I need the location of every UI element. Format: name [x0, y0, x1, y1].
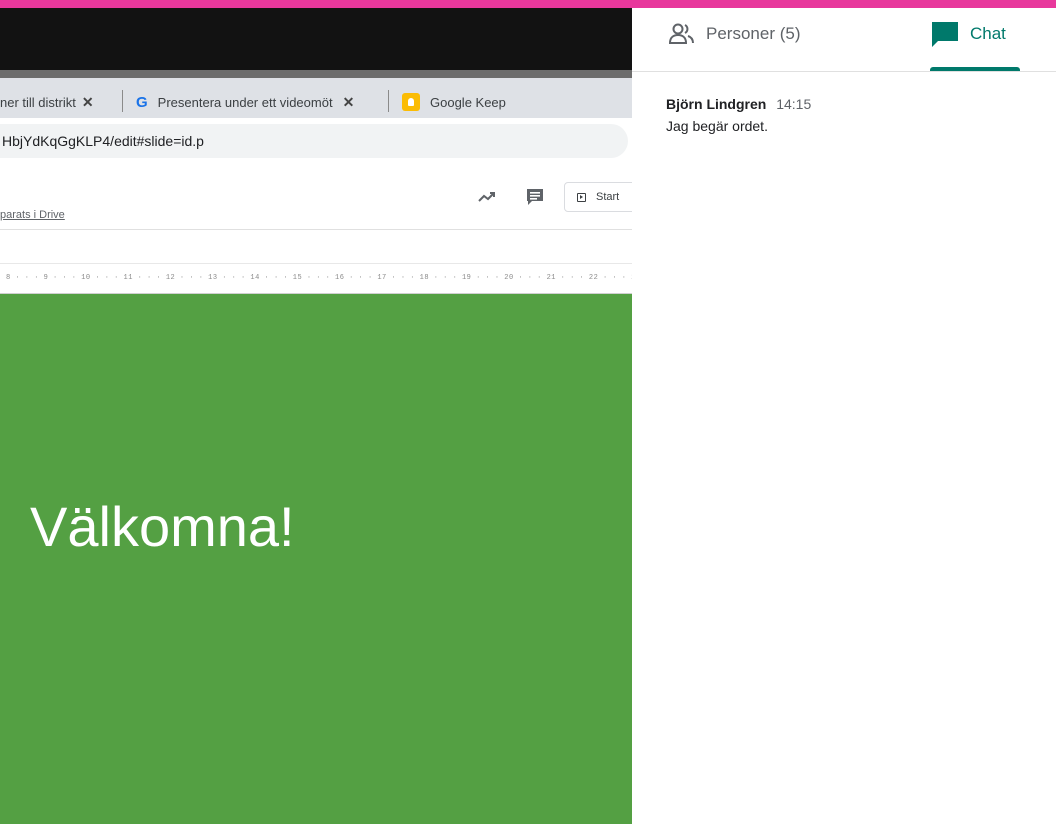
browser-tab-presentera[interactable]: G Presentera under ett videomöt ✕ — [136, 86, 354, 118]
close-icon[interactable]: ✕ — [82, 94, 94, 111]
slide-title: Välkomna! — [30, 495, 295, 558]
tab-people[interactable]: Personer (5) — [668, 22, 800, 46]
tab-divider — [388, 90, 389, 112]
shared-screen: ner till distrikt ✕ G Presentera under e… — [0, 8, 632, 824]
google-g-icon: G — [136, 93, 148, 111]
ruler: 8 · · · 9 · · · 10 · · · 11 · · · 12 · ·… — [0, 264, 632, 294]
browser-tab-label: Presentera under ett videomöt — [157, 94, 333, 110]
browser-tab-strip: ner till distrikt ✕ G Presentera under e… — [0, 70, 632, 118]
browser-tab-label: ner till distrikt — [0, 94, 76, 110]
google-keep-icon — [402, 93, 420, 111]
chat-message-text: Jag begär ordet. — [666, 118, 768, 134]
chat-message-header: Björn Lindgren 14:15 — [666, 96, 811, 112]
chat-message: Björn Lindgren 14:15 Jag begär ordet. — [666, 96, 811, 134]
start-button-label: Start — [596, 191, 620, 203]
activity-trend-icon[interactable] — [476, 186, 498, 208]
url-text: HbjYdKqGgKLP4/edit#slide=id.p — [2, 133, 204, 149]
tab-chat-label: Chat — [970, 24, 1006, 43]
slides-toolbar — [0, 230, 632, 264]
browser-tab-google-keep[interactable]: Google Keep — [402, 86, 506, 118]
chat-timestamp: 14:15 — [776, 96, 812, 112]
chat-sender-name: Björn Lindgren — [666, 96, 767, 112]
start-presentation-button[interactable]: Start — [564, 182, 632, 212]
people-icon — [668, 23, 694, 44]
tab-chat[interactable]: Chat — [930, 20, 1006, 48]
ruler-labels: 8 · · · 9 · · · 10 · · · 11 · · · 12 · ·… — [6, 274, 632, 282]
top-accent-bar — [0, 0, 1056, 8]
tab-people-label: Personer (5) — [706, 24, 801, 43]
url-field[interactable]: HbjYdKqGgKLP4/edit#slide=id.p — [0, 124, 628, 158]
shared-screen-top-area — [0, 8, 632, 70]
close-icon[interactable]: ✕ — [343, 94, 355, 111]
saved-to-drive-status[interactable]: parats i Drive — [0, 209, 65, 221]
browser-tab-label: Google Keep — [430, 94, 506, 110]
meeting-side-panel: Personer (5) Chat Björn Lindgren 14:15 J… — [632, 8, 1056, 824]
slides-app-header: parats i Drive Start — [0, 164, 632, 230]
present-icon — [577, 192, 586, 202]
active-tab-indicator — [930, 67, 1020, 71]
chat-icon — [932, 22, 958, 47]
slide-canvas: Välkomna! — [0, 294, 632, 824]
browser-address-bar: HbjYdKqGgKLP4/edit#slide=id.p — [0, 118, 632, 164]
browser-tab-distrikt[interactable]: ner till distrikt ✕ — [0, 86, 94, 118]
comment-icon[interactable] — [524, 186, 546, 208]
panel-tabs: Personer (5) Chat — [632, 8, 1056, 72]
tab-divider — [122, 90, 123, 112]
